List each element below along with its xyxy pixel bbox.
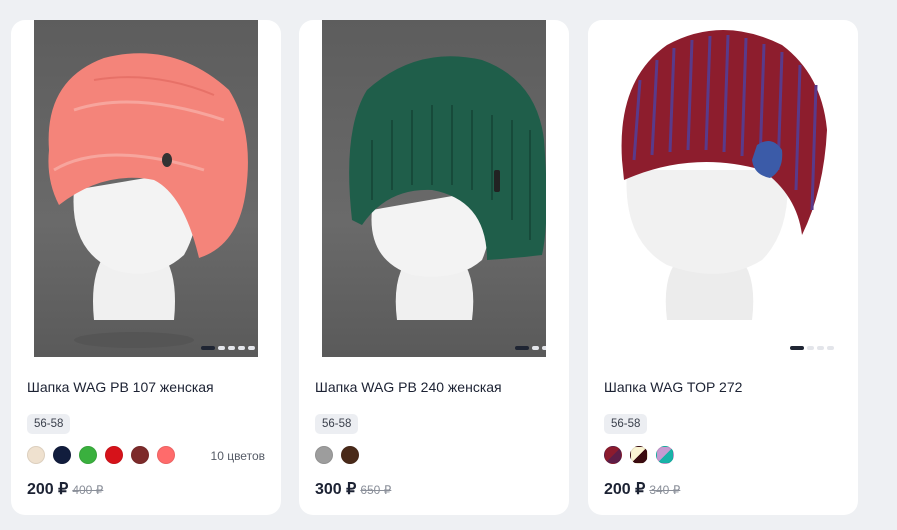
size-badge: 56-58 — [604, 414, 648, 434]
color-swatch[interactable] — [604, 446, 622, 464]
size-badge: 56-58 — [315, 414, 359, 434]
product-title[interactable]: Шапка WAG TOP 272 — [604, 379, 742, 395]
slider-dot[interactable] — [238, 346, 245, 350]
slider-dot[interactable] — [827, 346, 834, 350]
slider-dot[interactable] — [790, 346, 804, 350]
slider-dot[interactable] — [218, 346, 225, 350]
old-price: 650 ₽ — [360, 483, 392, 497]
product-card[interactable]: Шапка WAG PB 240 женская 56-58 300 ₽650 … — [299, 20, 569, 515]
product-card[interactable]: Шапка WAG PB 107 женская 56-58 10 цветов… — [11, 20, 281, 515]
color-swatch[interactable] — [27, 446, 45, 464]
image-slider-dots[interactable] — [515, 346, 546, 350]
color-swatches — [315, 446, 359, 464]
color-swatch[interactable] — [157, 446, 175, 464]
old-price: 400 ₽ — [72, 483, 104, 497]
old-price: 340 ₽ — [649, 483, 681, 497]
price: 200 ₽340 ₽ — [604, 479, 680, 499]
image-slider-dots[interactable] — [201, 346, 255, 350]
color-swatches — [604, 446, 674, 464]
image-slider-dots[interactable] — [790, 346, 834, 350]
slider-dot[interactable] — [817, 346, 824, 350]
hat-illustration — [621, 30, 827, 320]
price: 200 ₽400 ₽ — [27, 479, 103, 499]
price: 300 ₽650 ₽ — [315, 479, 391, 499]
color-swatch[interactable] — [315, 446, 333, 464]
colors-count[interactable]: 10 цветов — [211, 449, 265, 463]
current-price: 200 ₽ — [27, 481, 69, 498]
color-swatch[interactable] — [341, 446, 359, 464]
product-title[interactable]: Шапка WAG PB 240 женская — [315, 379, 502, 395]
slider-dot[interactable] — [807, 346, 814, 350]
current-price: 300 ₽ — [315, 481, 357, 498]
hat-illustration — [48, 53, 248, 348]
slider-dot[interactable] — [228, 346, 235, 350]
slider-dot[interactable] — [201, 346, 215, 350]
hat-illustration — [349, 56, 546, 320]
current-price: 200 ₽ — [604, 481, 646, 498]
color-swatch[interactable] — [630, 446, 648, 464]
color-swatches — [27, 446, 175, 464]
color-swatch[interactable] — [131, 446, 149, 464]
product-image[interactable] — [322, 20, 546, 357]
slider-dot[interactable] — [248, 346, 255, 350]
product-image[interactable] — [612, 20, 836, 357]
color-swatch[interactable] — [53, 446, 71, 464]
product-card[interactable]: Шапка WAG TOP 272 56-58 200 ₽340 ₽ — [588, 20, 858, 515]
product-title[interactable]: Шапка WAG PB 107 женская — [27, 379, 214, 395]
product-image[interactable] — [34, 20, 258, 357]
color-swatch[interactable] — [79, 446, 97, 464]
size-badge: 56-58 — [27, 414, 71, 434]
slider-dot[interactable] — [542, 346, 546, 350]
slider-dot[interactable] — [532, 346, 539, 350]
color-swatch[interactable] — [105, 446, 123, 464]
color-swatch[interactable] — [656, 446, 674, 464]
slider-dot[interactable] — [515, 346, 529, 350]
